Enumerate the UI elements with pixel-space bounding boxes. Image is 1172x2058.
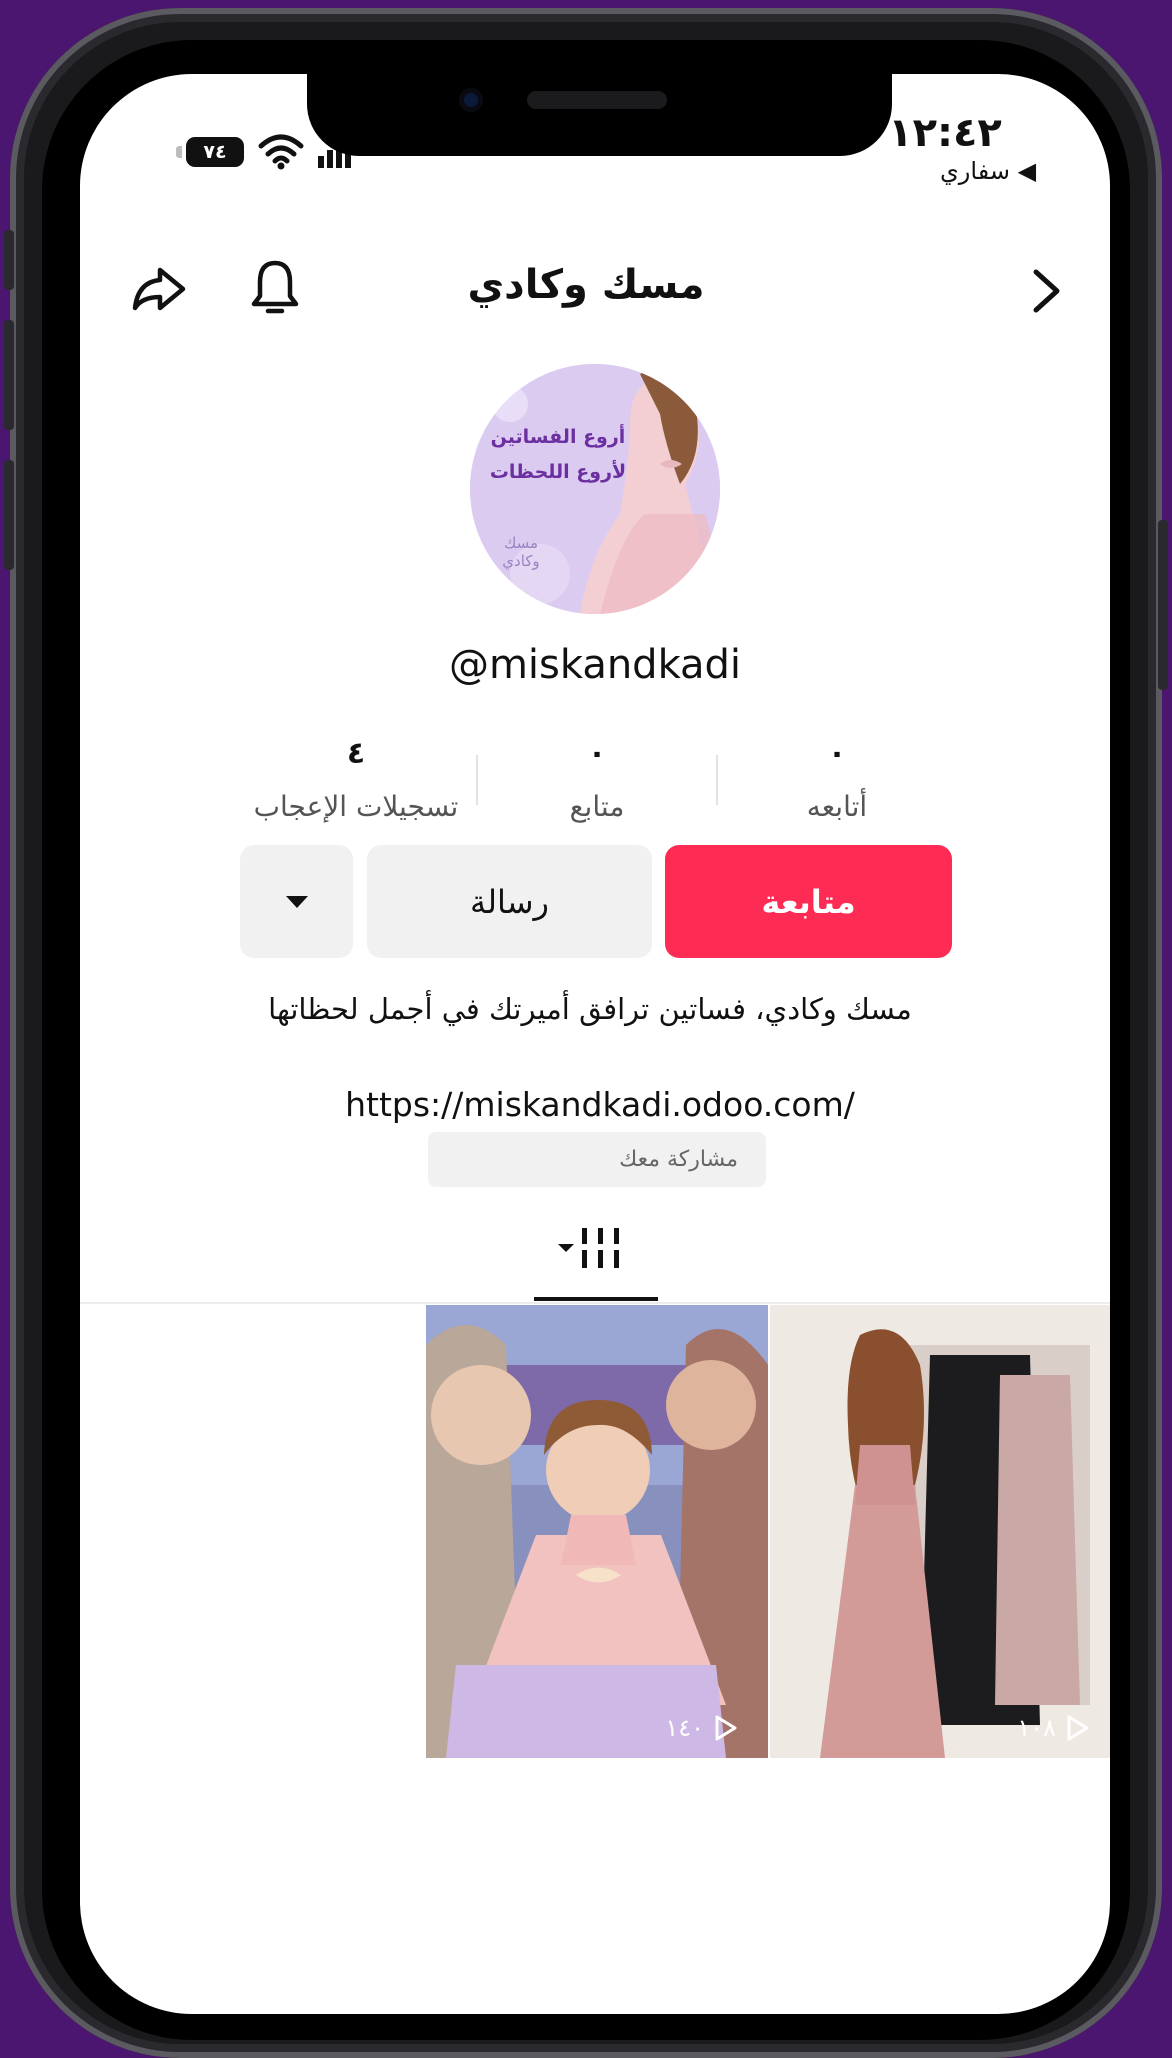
phone-power-button bbox=[1158, 520, 1168, 690]
caret-down-icon bbox=[285, 895, 308, 908]
view-count-value: ١٠٨ bbox=[1017, 1714, 1056, 1742]
view-count-value: ١٤٠ bbox=[665, 1714, 704, 1742]
video-thumbnail[interactable]: ١٠٨ bbox=[770, 1305, 1110, 1758]
page-title: مسك وكادي bbox=[467, 262, 705, 308]
avatar-logo: مسك وكادي bbox=[502, 534, 540, 570]
username: @miskandkadi bbox=[448, 642, 742, 688]
tab-divider bbox=[80, 1302, 1110, 1304]
bell-icon[interactable] bbox=[250, 258, 300, 320]
play-icon bbox=[1067, 1715, 1089, 1741]
status-time: ١٢:٤٢ bbox=[888, 110, 1002, 156]
message-button[interactable]: رسالة bbox=[367, 845, 652, 958]
followers-label[interactable]: متابع bbox=[517, 790, 677, 823]
following-count: ٠ bbox=[827, 736, 847, 771]
notch-speaker bbox=[527, 91, 667, 109]
shared-with-you-chip[interactable]: مشاركة معك bbox=[428, 1132, 766, 1187]
avatar-text-line1: أروع الفساتين bbox=[490, 426, 626, 448]
phone-volume-down bbox=[4, 460, 14, 570]
avatar-illustration bbox=[470, 364, 720, 614]
following-label[interactable]: أتابعه bbox=[757, 790, 917, 823]
video-thumbnail-image bbox=[426, 1305, 768, 1758]
play-icon bbox=[715, 1715, 737, 1741]
grid-icon bbox=[558, 1228, 619, 1268]
back-to-app[interactable]: ◀ سفاري bbox=[940, 157, 1036, 185]
stat-divider bbox=[476, 755, 478, 805]
view-count: ١٠٨ bbox=[1017, 1714, 1090, 1742]
video-thumbnail[interactable]: ١٤٠ bbox=[426, 1305, 768, 1758]
tab-videos[interactable] bbox=[556, 1228, 636, 1278]
profile-link[interactable]: https://miskandkadi.odoo.com/ bbox=[200, 1085, 1000, 1124]
front-camera bbox=[459, 88, 483, 112]
battery-nub bbox=[176, 146, 182, 158]
video-thumbnail-image bbox=[770, 1305, 1110, 1758]
chevron-right-icon[interactable] bbox=[1030, 268, 1064, 314]
followers-count: ٠ bbox=[587, 736, 607, 771]
suggestions-dropdown-button[interactable] bbox=[240, 845, 353, 958]
back-app-arrow-icon: ◀ bbox=[1017, 157, 1037, 185]
tab-underline bbox=[534, 1297, 658, 1301]
phone-volume-up bbox=[4, 320, 14, 430]
back-app-label: سفاري bbox=[940, 157, 1010, 185]
stat-divider bbox=[716, 755, 718, 805]
phone-mute-switch bbox=[4, 230, 14, 290]
share-icon[interactable] bbox=[130, 265, 188, 313]
battery-icon: ٧٤ bbox=[186, 137, 244, 167]
likes-count: ٤ bbox=[346, 736, 366, 771]
bio: مسك وكادي، فساتين ترافق أميرتك في أجمل ل… bbox=[268, 992, 912, 1026]
follow-button[interactable]: متابعة bbox=[665, 845, 952, 958]
view-count: ١٤٠ bbox=[665, 1714, 738, 1742]
avatar-text-line2: لأروع اللحظات bbox=[489, 461, 627, 483]
avatar[interactable]: أروع الفساتين لأروع اللحظات مسك وكادي bbox=[470, 364, 720, 614]
likes-label[interactable]: تسجيلات الإعجاب bbox=[238, 790, 474, 823]
wifi-icon bbox=[258, 134, 304, 170]
